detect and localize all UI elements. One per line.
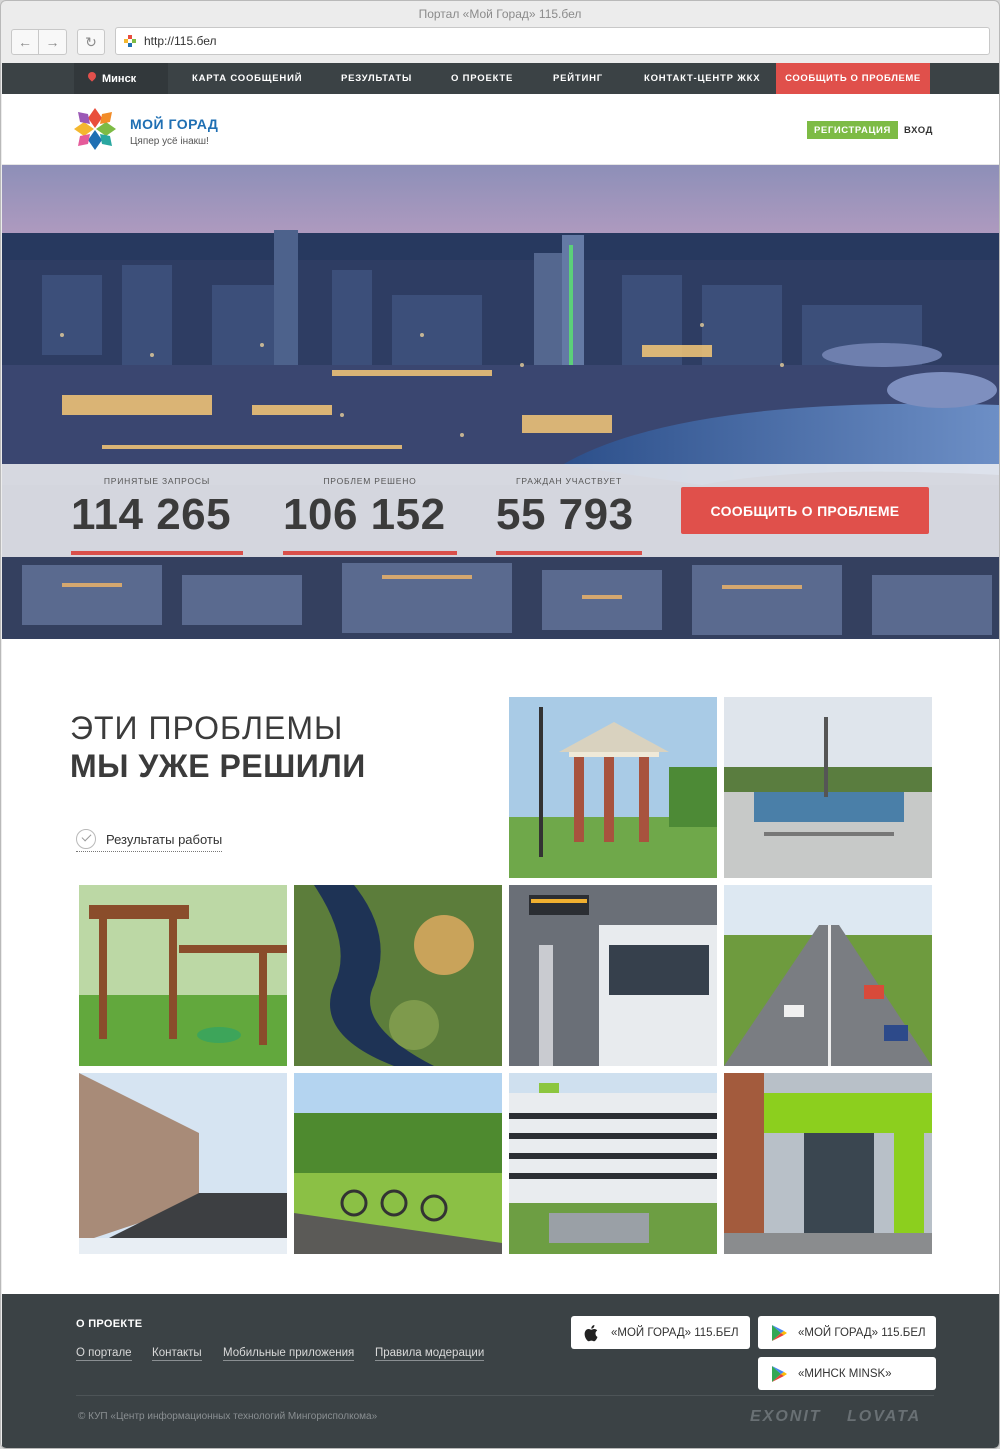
hero-report-problem-button[interactable]: СООБЩИТЬ О ПРОБЛЕМЕ — [681, 487, 929, 534]
bus-station-photo — [509, 885, 717, 1066]
entrance-photo — [724, 1073, 932, 1254]
register-button[interactable]: РЕГИСТРАЦИЯ — [807, 121, 898, 139]
arrow-right-icon: → — [45, 34, 60, 50]
stat-value: 106 152 — [283, 490, 446, 539]
browser-window: Портал «Мой Горад» 115.бел ← → ↻ http://… — [0, 0, 1000, 1449]
stat-underline — [283, 551, 457, 555]
address-bar[interactable]: http://115.бел — [115, 27, 990, 55]
google-play-button-minsk[interactable]: «МИНСК MINSK» — [758, 1357, 936, 1390]
hero-banner: ПРИНЯТЫЕ ЗАПРОСЫ 114 265 ПРОБЛЕМ РЕШЕНО … — [2, 165, 999, 639]
reload-button[interactable]: ↻ — [77, 29, 105, 55]
stat-citizens: ГРАЖДАН УЧАСТВУЕТ 55 793 — [496, 464, 642, 540]
river-park-photo — [294, 885, 502, 1066]
photo-tile-entrance[interactable] — [724, 1073, 932, 1254]
stat-value: 114 265 — [71, 490, 232, 539]
photo-tile-bus-station[interactable] — [509, 885, 717, 1066]
forward-button[interactable]: → — [39, 29, 67, 55]
login-link[interactable]: ВХОД — [904, 121, 933, 140]
stat-requests: ПРИНЯТЫЕ ЗАПРОСЫ 114 265 — [71, 464, 243, 540]
arrow-left-icon: ← — [18, 34, 32, 50]
page: Минск КАРТА СООБЩЕНИЙ РЕЗУЛЬТАТЫ О ПРОЕК… — [2, 63, 999, 1448]
photo-tile-bike-racks[interactable] — [294, 1073, 502, 1254]
reload-icon: ↻ — [85, 34, 97, 50]
google-play-label: «МИНСК MINSK» — [798, 1368, 892, 1380]
photo-tile-gazebo[interactable] — [509, 697, 717, 878]
section-title-light: ЭТИ ПРОБЛЕМЫ — [70, 710, 344, 746]
footer-link-contacts[interactable]: Контакты — [152, 1346, 202, 1361]
photo-tile-apartments[interactable] — [509, 1073, 717, 1254]
nav-link-about[interactable]: О ПРОЕКТЕ — [451, 63, 513, 94]
apartments-photo — [509, 1073, 717, 1254]
photo-tile-highway[interactable] — [724, 885, 932, 1066]
partner-logo-lovata[interactable]: LOVATA — [847, 1408, 921, 1426]
stat-value: 55 793 — [496, 490, 634, 539]
stat-underline — [71, 551, 243, 555]
city-selector[interactable]: Минск — [74, 63, 168, 94]
bike-racks-photo — [294, 1073, 502, 1254]
footer-link-mobile-apps[interactable]: Мобильные приложения — [223, 1346, 355, 1361]
footer-divider — [76, 1395, 934, 1396]
results-link[interactable]: Результаты работы — [76, 829, 223, 852]
site-header: МОЙ ГОРАД Цяпер усё інакш! РЕГИСТРАЦИЯ В… — [2, 94, 999, 165]
partner-logo-exonit[interactable]: EXONIT — [750, 1408, 822, 1426]
stat-solved: ПРОБЛЕМ РЕШЕНО 106 152 — [283, 464, 457, 540]
logo-icon[interactable] — [72, 106, 118, 152]
stat-label: ПРИНЯТЫЕ ЗАПРОСЫ — [103, 476, 211, 486]
city-panorama-image — [2, 165, 999, 639]
playground-photo — [79, 885, 287, 1066]
app-store-button[interactable]: «МОЙ ГОРАД» 115.БЕЛ — [571, 1316, 750, 1349]
city-name: Минск — [102, 73, 137, 85]
solved-problems-section: ЭТИ ПРОБЛЕМЫ МЫ УЖЕ РЕШИЛИ Результаты ра… — [2, 639, 999, 1294]
nav-link-map[interactable]: КАРТА СООБЩЕНИЙ — [192, 63, 302, 94]
app-store-label: «МОЙ ГОРАД» 115.БЕЛ — [611, 1327, 739, 1339]
site-footer: О ПРОЕКТЕ О портале Контакты Мобильные п… — [2, 1294, 999, 1448]
google-play-label: «МОЙ ГОРАД» 115.БЕЛ — [798, 1327, 926, 1339]
gazebo-photo — [509, 697, 717, 878]
section-title-bold: МЫ УЖЕ РЕШИЛИ — [70, 748, 366, 784]
nav-link-contact-center[interactable]: КОНТАКТ-ЦЕНТР ЖКХ — [644, 63, 760, 94]
google-play-icon — [772, 1366, 787, 1382]
back-button[interactable]: ← — [11, 29, 39, 55]
google-play-button-moy-gorad[interactable]: «МОЙ ГОРАД» 115.БЕЛ — [758, 1316, 936, 1349]
photo-tile-street[interactable] — [79, 1073, 287, 1254]
photo-tile-skatepark[interactable] — [724, 697, 932, 878]
apple-icon — [584, 1325, 598, 1342]
footer-link-about[interactable]: О портале — [76, 1346, 132, 1361]
skatepark-photo — [724, 697, 932, 878]
photo-tile-river-park[interactable] — [294, 885, 502, 1066]
photo-tile-playground[interactable] — [79, 885, 287, 1066]
nav-link-results[interactable]: РЕЗУЛЬТАТЫ — [341, 63, 412, 94]
browser-toolbar: ← → ↻ http://115.бел — [1, 25, 999, 63]
stat-label: ПРОБЛЕМ РЕШЕНО — [323, 476, 417, 486]
street-photo — [79, 1073, 287, 1254]
window-title: Портал «Мой Горад» 115.бел — [418, 7, 582, 21]
nav-report-problem-button[interactable]: СООБЩИТЬ О ПРОБЛЕМЕ — [776, 63, 930, 94]
stat-label: ГРАЖДАН УЧАСТВУЕТ — [516, 476, 622, 486]
site-favicon-icon — [124, 35, 136, 47]
top-nav: Минск КАРТА СООБЩЕНИЙ РЕЗУЛЬТАТЫ О ПРОЕК… — [2, 63, 999, 94]
stat-underline — [496, 551, 642, 555]
copyright-text: © КУП «Центр информационных технологий М… — [78, 1411, 378, 1422]
check-circle-icon — [76, 829, 96, 849]
logo-title[interactable]: МОЙ ГОРАД — [130, 116, 218, 132]
url-text: http://115.бел — [144, 34, 217, 48]
location-pin-icon — [86, 70, 98, 82]
footer-title: О ПРОЕКТЕ — [76, 1318, 143, 1330]
highway-photo — [724, 885, 932, 1066]
logo-subtitle: Цяпер усё інакш! — [130, 136, 209, 147]
results-link-label: Результаты работы — [106, 832, 223, 847]
google-play-icon — [772, 1325, 787, 1341]
nav-link-rating[interactable]: РЕЙТИНГ — [553, 63, 603, 94]
footer-link-moderation-rules[interactable]: Правила модерации — [375, 1346, 485, 1361]
